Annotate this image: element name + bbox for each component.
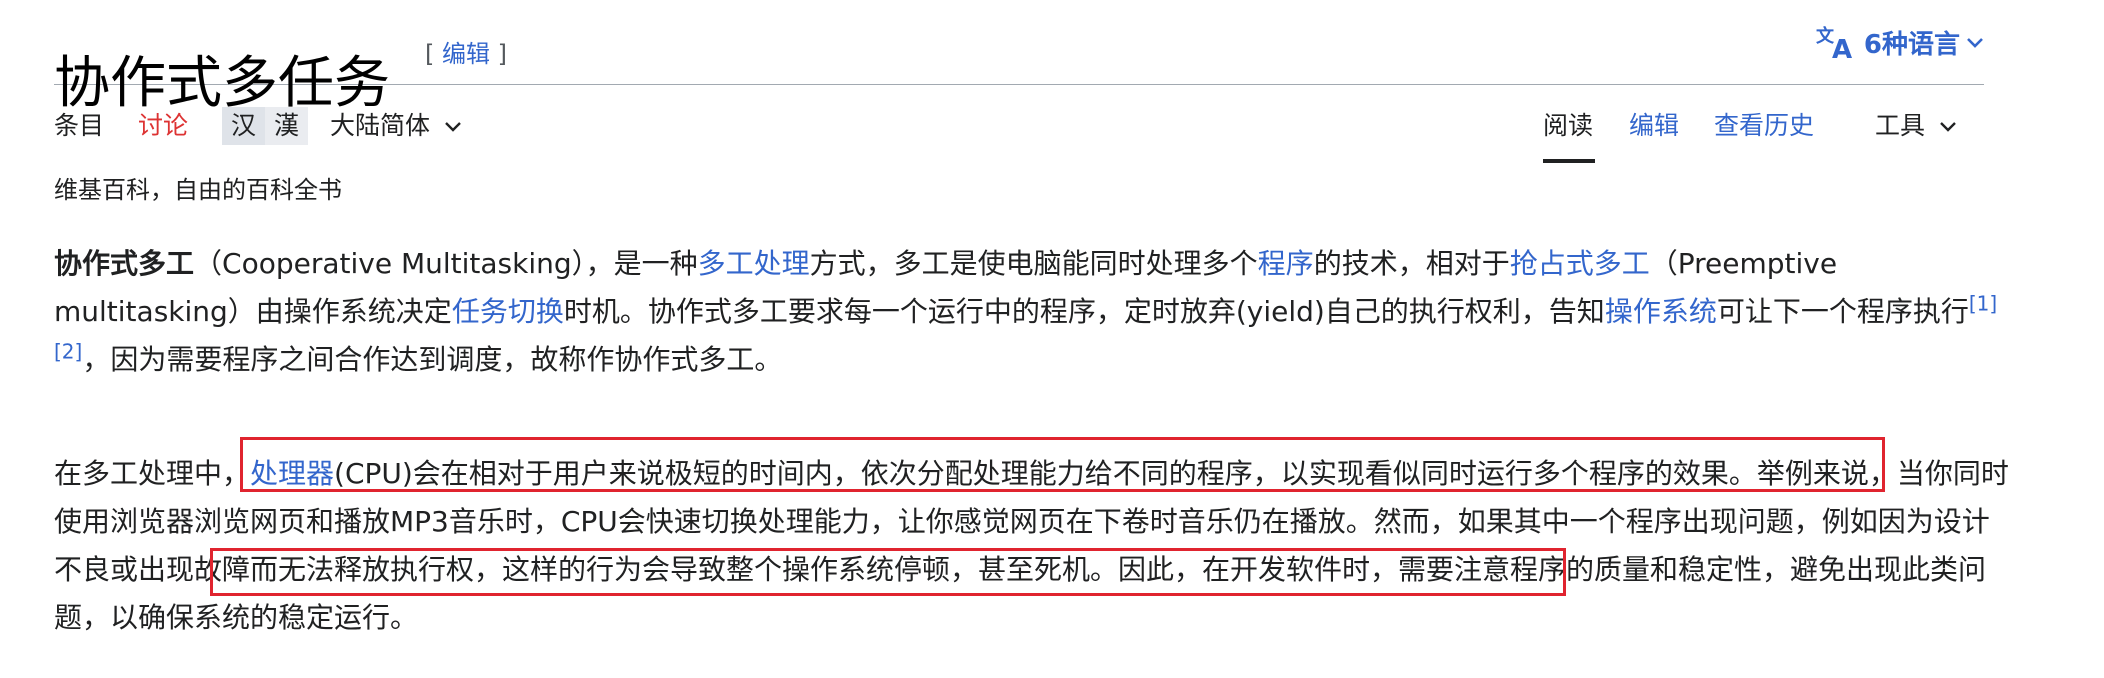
variant-menu-label: 大陆简体 xyxy=(330,111,431,140)
variant-traditional[interactable]: 漢 xyxy=(265,107,309,145)
script-variant-toggle[interactable]: 汉 漢 xyxy=(222,107,309,145)
tools-menu[interactable]: 工具 xyxy=(1875,109,1957,143)
text: 可让下一个程序执行 xyxy=(1716,295,1969,328)
chevron-down-icon xyxy=(1940,122,1956,132)
tab-edit[interactable]: 编辑 xyxy=(1629,109,1679,143)
chevron-down-icon xyxy=(1967,37,1983,48)
bold-term: 协作式多工 xyxy=(54,247,195,280)
highlighted-text: (CPU)会在相对于用户来说极短的时间内，依次分配处理能力给不同的程序，以实现看… xyxy=(334,457,1757,490)
active-tab-underline xyxy=(1543,159,1595,163)
site-tagline: 维基百科，自由的百科全书 xyxy=(54,176,342,204)
text: （Cooperative Multitasking），是一种 xyxy=(194,247,698,280)
tabs-row: 条目 讨论 汉 漢 大陆简体 阅读 编辑 查看历史 工具 xyxy=(54,85,1984,163)
tab-talk[interactable]: 讨论 xyxy=(138,109,188,143)
link-processor[interactable]: 处理器 xyxy=(250,457,334,490)
tools-menu-label: 工具 xyxy=(1875,111,1926,140)
link-preemptive-multitasking[interactable]: 抢占式多工 xyxy=(1510,247,1650,280)
language-count: 6种语言 xyxy=(1863,30,1960,60)
page-header: 协作式多任务 [ 编辑 ] 文 A 6种语言 条目 讨论 汉 漢 大陆简体 阅读… xyxy=(54,0,1984,163)
title-row: 协作式多任务 [ 编辑 ] 文 A 6种语言 xyxy=(54,0,1984,116)
language-button[interactable]: 文 A 6种语言 xyxy=(1816,24,1984,61)
translate-icon: 文 A xyxy=(1816,26,1852,60)
tab-read[interactable]: 阅读 xyxy=(1543,109,1593,143)
link-multiprocessing[interactable]: 多工处理 xyxy=(698,247,810,280)
edit-bracket-close: ] xyxy=(490,40,507,68)
tab-article[interactable]: 条目 xyxy=(54,109,104,143)
reference-1[interactable]: [1] xyxy=(1969,292,1997,316)
text: 在多工处理中， xyxy=(54,457,251,490)
paragraph-intro: 协作式多工（Cooperative Multitasking），是一种多工处理方… xyxy=(54,240,2014,384)
text: 方式，多工是使电脑能同时处理多个 xyxy=(809,247,1258,280)
variant-menu[interactable]: 大陆简体 xyxy=(330,109,462,143)
paragraph-detail: 在多工处理中，处理器(CPU)会在相对于用户来说极短的时间内，依次分配处理能力给… xyxy=(54,450,2014,642)
reference-2[interactable]: [2] xyxy=(54,340,82,364)
variant-simplified[interactable]: 汉 xyxy=(222,107,266,145)
edit-title-link[interactable]: 编辑 xyxy=(442,40,490,68)
link-task-switch[interactable]: 任务切换 xyxy=(452,295,564,328)
tab-history[interactable]: 查看历史 xyxy=(1714,109,1814,143)
link-operating-system[interactable]: 操作系统 xyxy=(1605,295,1717,328)
text: ，因为需要程序之间合作达到调度，故称作协作式多工。 xyxy=(82,343,783,376)
svg-text:A: A xyxy=(1832,35,1852,60)
text: 的技术，相对于 xyxy=(1313,247,1510,280)
text: 时机。协作式多工要求每一个运行中的程序，定时放弃(yield)自己的执行权利，告… xyxy=(563,295,1605,328)
link-program[interactable]: 程序 xyxy=(1258,247,1314,280)
chevron-down-icon xyxy=(445,122,461,132)
section-edit: [ 编辑 ] xyxy=(425,34,507,69)
edit-bracket-open: [ xyxy=(425,40,442,68)
